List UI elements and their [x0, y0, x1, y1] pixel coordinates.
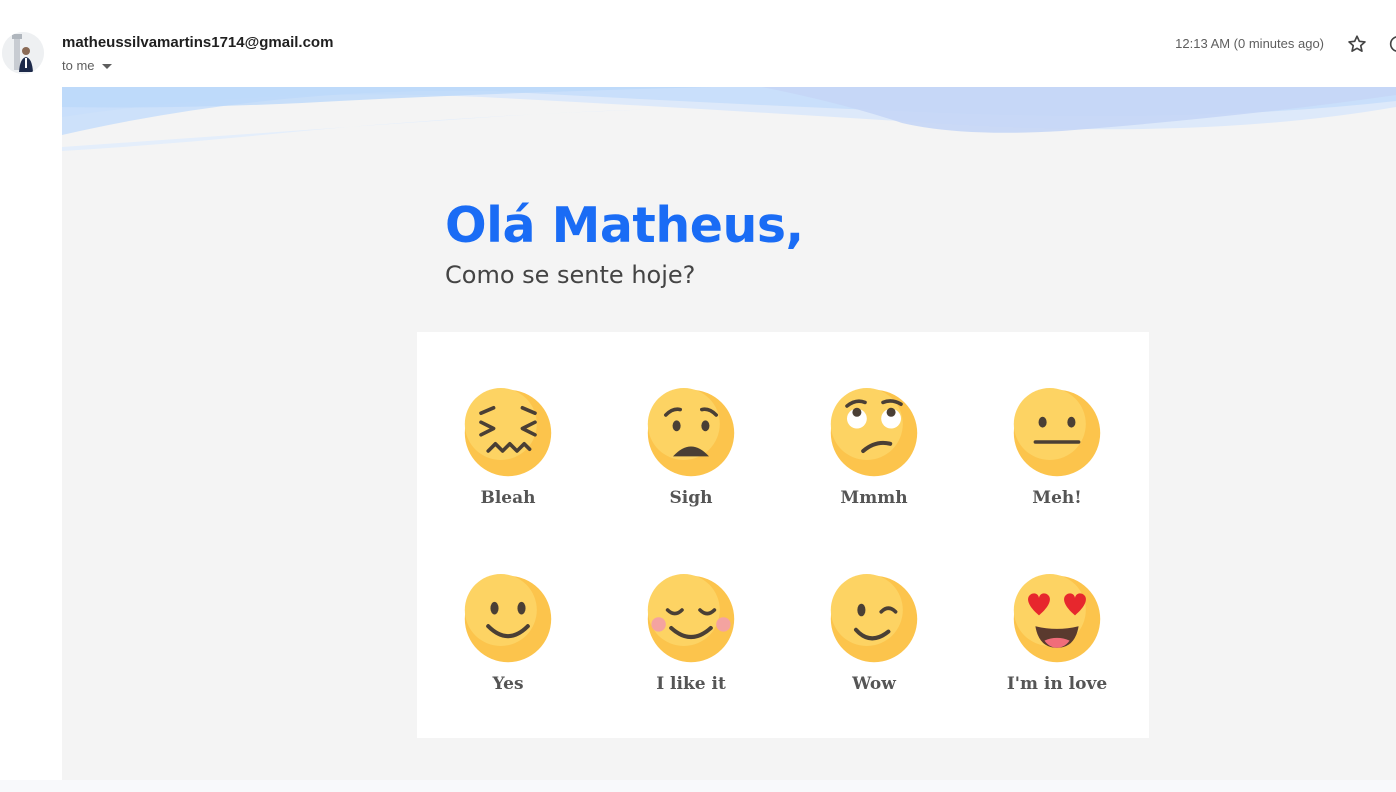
eye-roll-face-icon [830, 388, 918, 477]
mood-label: Bleah [480, 488, 536, 508]
avatar-image [2, 32, 44, 74]
winking-face-icon [830, 574, 918, 663]
mood-option-wow[interactable]: Wow [804, 574, 944, 694]
mood-label: I'm in love [1006, 674, 1108, 694]
mood-option-i-like-it[interactable]: I like it [621, 574, 761, 694]
blushing-face-icon [647, 574, 735, 663]
smiling-face-icon [464, 574, 552, 663]
star-icon [1348, 35, 1366, 52]
mood-option-yes[interactable]: Yes [438, 574, 578, 694]
mood-label: Wow [852, 674, 896, 694]
bottom-divider [0, 780, 1396, 792]
recipient-details-toggle[interactable]: to me [62, 58, 112, 73]
email-body: Olá Matheus, Como se sente hoje? Bleah S… [62, 87, 1396, 780]
sender-email: matheussilvamartins1714@gmail.com [62, 34, 334, 51]
mood-option-sigh[interactable]: Sigh [621, 388, 761, 508]
confounded-face-icon [464, 388, 552, 477]
mood-option-meh[interactable]: Meh! [987, 388, 1127, 508]
wave-banner [62, 87, 1396, 157]
mood-label: Sigh [669, 488, 713, 508]
neutral-face-icon [1013, 388, 1101, 477]
worried-face-icon [647, 388, 735, 477]
greeting-subtitle: Como se sente hoje? [445, 261, 696, 289]
mood-label: I like it [656, 674, 726, 694]
chevron-down-icon [101, 64, 112, 69]
star-button[interactable] [1346, 33, 1368, 55]
mood-option-im-in-love[interactable]: I'm in love [987, 574, 1127, 694]
mood-label: Yes [492, 674, 524, 694]
greeting-heading: Olá Matheus, [445, 197, 804, 254]
more-options-button[interactable] [1387, 33, 1396, 55]
recipient-label: to me [62, 58, 95, 73]
mood-card: Bleah Sigh Mmmh Meh! Yes I like it Wow I… [417, 332, 1149, 738]
sender-avatar[interactable] [2, 32, 44, 74]
mood-option-bleah[interactable]: Bleah [438, 388, 578, 508]
more-icon [1389, 36, 1396, 52]
mood-label: Meh! [1032, 488, 1082, 508]
email-timestamp: 12:13 AM (0 minutes ago) [1175, 36, 1324, 51]
mood-label: Mmmh [840, 488, 908, 508]
heart-eyes-face-icon [1013, 574, 1101, 663]
mood-option-mmmh[interactable]: Mmmh [804, 388, 944, 508]
